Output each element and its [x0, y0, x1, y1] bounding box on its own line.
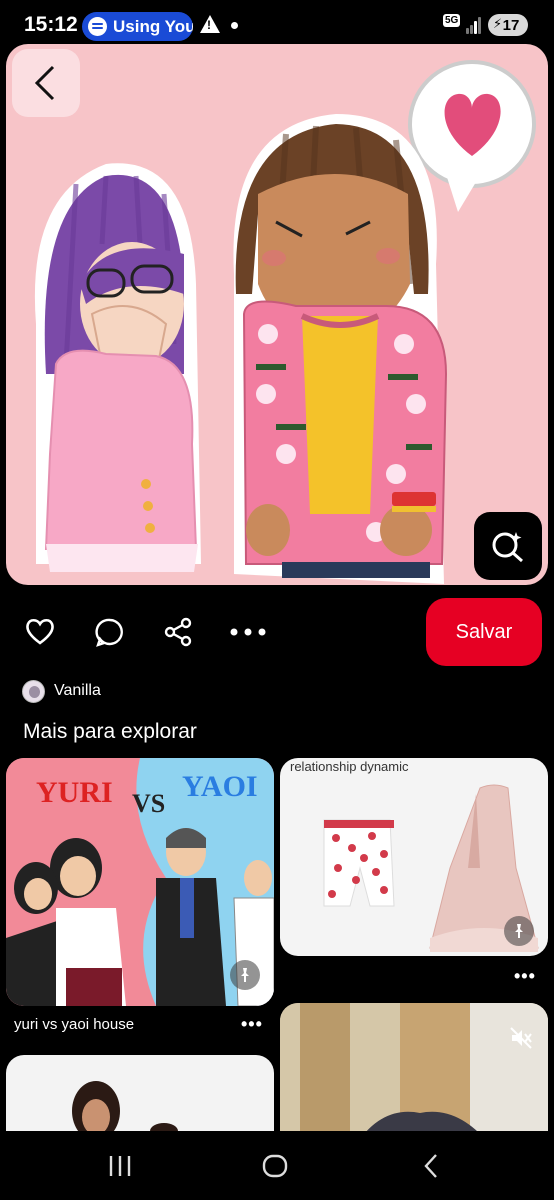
- more-button[interactable]: [230, 616, 266, 648]
- pin-badge: [230, 960, 260, 990]
- spotify-icon: [88, 17, 107, 36]
- author-name[interactable]: Vanilla: [54, 682, 101, 700]
- recents-icon: [109, 1156, 131, 1176]
- battery-indicator: 17: [488, 14, 528, 36]
- pin-card[interactable]: YURI VS YAOI: [6, 758, 274, 1006]
- recents-button[interactable]: [105, 1153, 135, 1179]
- pin-image[interactable]: [6, 44, 548, 585]
- card-more-button[interactable]: •••: [241, 1014, 263, 1035]
- warning-icon: [200, 15, 220, 33]
- pin-card[interactable]: relationship dynamic: [280, 758, 548, 956]
- pin-badge: [504, 916, 534, 946]
- home-icon: [262, 1154, 288, 1178]
- vs-text: VS: [132, 789, 165, 818]
- clock: 15:12: [24, 13, 78, 36]
- signal-icon: [466, 16, 482, 34]
- chevron-left-icon: [34, 65, 55, 101]
- pin-icon: [241, 968, 249, 982]
- like-button[interactable]: [24, 616, 56, 648]
- mute-button[interactable]: [506, 1023, 536, 1053]
- comment-button[interactable]: [94, 616, 126, 648]
- battery-level: 17: [502, 16, 520, 34]
- yuri-text: YURI: [36, 776, 113, 809]
- media-pill[interactable]: Using You: [82, 12, 193, 41]
- share-icon: [164, 617, 192, 647]
- media-pill-label: Using You: [113, 16, 193, 36]
- more-icon: [230, 628, 266, 636]
- lens-search-icon: [492, 532, 523, 563]
- muted-icon: [510, 1027, 532, 1049]
- card-caption[interactable]: yuri vs yaoi house: [14, 1016, 134, 1033]
- avatar[interactable]: [22, 679, 45, 703]
- back-icon: [424, 1154, 437, 1178]
- visual-search-button[interactable]: [474, 512, 542, 580]
- author-row[interactable]: Vanilla: [22, 678, 101, 704]
- heart-icon: [26, 618, 54, 645]
- card-title: relationship dynamic: [290, 759, 409, 774]
- system-nav-bar: [0, 1131, 554, 1200]
- illustration-image: [34, 60, 536, 584]
- section-title: Mais para explorar: [23, 720, 197, 743]
- save-button[interactable]: Salvar: [426, 598, 542, 666]
- share-button[interactable]: [162, 616, 194, 648]
- back-button[interactable]: [12, 49, 80, 117]
- status-bar: 15:12 Using You 5G 17: [0, 0, 554, 48]
- comment-icon: [95, 618, 123, 647]
- yaoi-text: YAOI: [182, 770, 258, 803]
- card-more-button[interactable]: •••: [514, 966, 536, 987]
- network-type: 5G: [443, 14, 461, 27]
- back-nav-button[interactable]: [416, 1153, 446, 1179]
- notification-dot: [231, 22, 238, 29]
- action-row: Salvar: [0, 598, 554, 668]
- home-button[interactable]: [260, 1153, 290, 1179]
- pin-icon: [515, 924, 523, 938]
